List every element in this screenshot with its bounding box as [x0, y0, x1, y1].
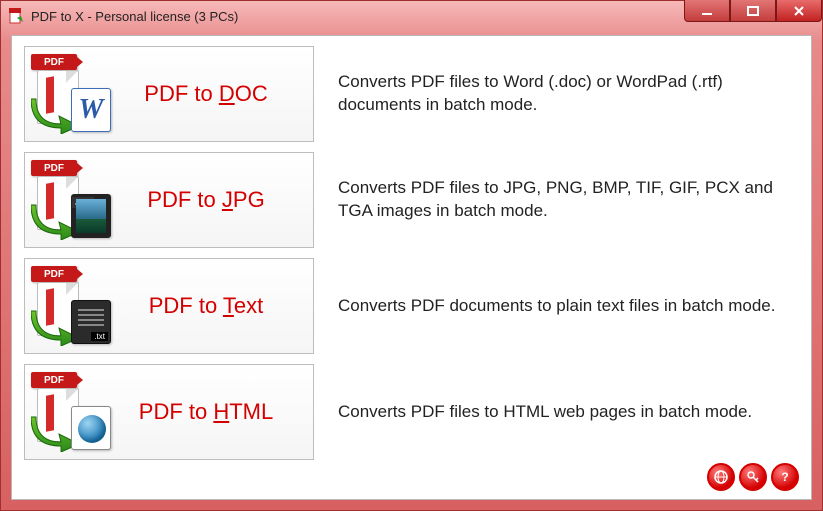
word-doc-icon [71, 88, 111, 132]
close-icon [793, 5, 805, 17]
pdf-to-doc-icon: PDF [31, 54, 111, 134]
pdf-badge-icon: PDF [31, 160, 77, 176]
mode-row-doc: PDF PDF to DOC Converts PDF files to Wor… [24, 46, 799, 142]
app-icon [9, 8, 25, 24]
register-button[interactable] [739, 463, 767, 491]
key-icon [745, 469, 761, 485]
website-button[interactable] [707, 463, 735, 491]
globe-icon [713, 469, 729, 485]
pdf-to-jpg-icon: PDF JPG [31, 160, 111, 240]
mode-description: Converts PDF files to JPG, PNG, BMP, TIF… [314, 177, 799, 223]
mode-description: Converts PDF documents to plain text fil… [314, 295, 799, 318]
pdf-badge-icon: PDF [31, 266, 77, 282]
minimize-button[interactable] [684, 0, 730, 22]
window-title: PDF to X - Personal license (3 PCs) [31, 9, 238, 24]
mode-row-text: PDF .txt PDF to Text Converts PDF docume… [24, 258, 799, 354]
app-window: PDF to X - Personal license (3 PCs) PDF [0, 0, 823, 511]
mode-label: PDF to DOC [111, 81, 307, 107]
pdf-to-doc-button[interactable]: PDF PDF to DOC [24, 46, 314, 142]
pdf-to-text-button[interactable]: PDF .txt PDF to Text [24, 258, 314, 354]
pdf-to-html-icon: PDF [31, 372, 111, 452]
pdf-badge-icon: PDF [31, 372, 77, 388]
close-button[interactable] [776, 0, 822, 22]
mode-description: Converts PDF files to Word (.doc) or Wor… [314, 71, 799, 117]
jpg-image-icon: JPG [71, 194, 111, 238]
mode-row-jpg: PDF JPG PDF to JPG Converts PDF files to… [24, 152, 799, 248]
mode-row-html: PDF PDF to HTML Converts PDF files to HT… [24, 364, 799, 460]
maximize-button[interactable] [730, 0, 776, 22]
mode-label: PDF to JPG [111, 187, 307, 213]
mode-description: Converts PDF files to HTML web pages in … [314, 401, 799, 424]
maximize-icon [747, 5, 759, 17]
pdf-to-html-button[interactable]: PDF PDF to HTML [24, 364, 314, 460]
titlebar: PDF to X - Personal license (3 PCs) [1, 1, 822, 31]
svg-text:?: ? [781, 470, 788, 484]
pdf-to-jpg-button[interactable]: PDF JPG PDF to JPG [24, 152, 314, 248]
help-button[interactable]: ? [771, 463, 799, 491]
footer-toolbar: ? [707, 463, 799, 491]
html-globe-icon [71, 406, 111, 450]
pdf-badge-icon: PDF [31, 54, 77, 70]
window-controls [684, 0, 822, 22]
txt-file-icon: .txt [71, 300, 111, 344]
question-icon: ? [777, 469, 793, 485]
client-area: PDF PDF to DOC Converts PDF files to Wor… [11, 35, 812, 500]
minimize-icon [701, 5, 713, 17]
mode-label: PDF to Text [111, 293, 307, 319]
pdf-to-text-icon: PDF .txt [31, 266, 111, 346]
mode-label: PDF to HTML [111, 399, 307, 425]
